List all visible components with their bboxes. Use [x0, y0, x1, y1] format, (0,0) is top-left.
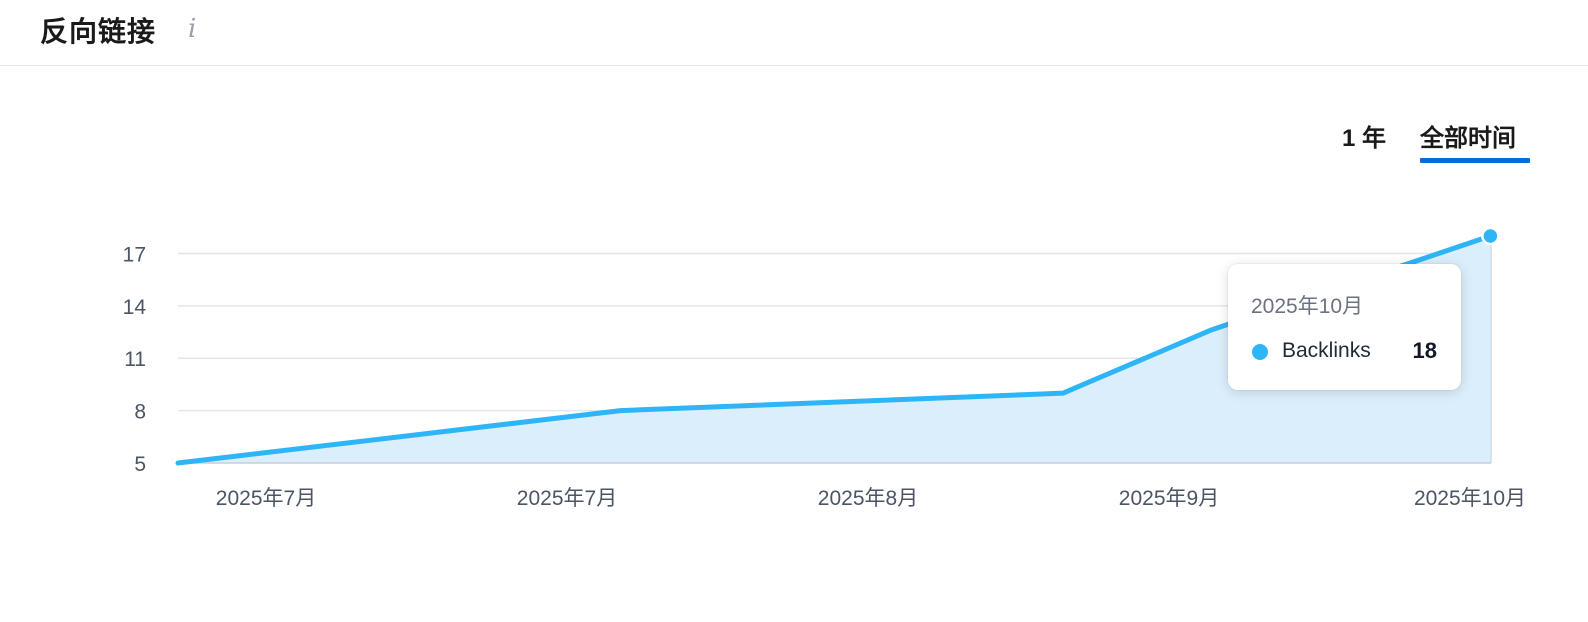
x-tick-label: 2025年9月: [1119, 487, 1219, 510]
x-tick-label: 2025年10月: [1414, 487, 1526, 510]
tooltip-date: 2025年10月: [1251, 295, 1364, 318]
tooltip-series-label: Backlinks: [1282, 339, 1371, 362]
x-tick-label: 2025年7月: [517, 487, 617, 510]
x-tick-label: 2025年8月: [818, 487, 918, 510]
y-tick-label: 11: [124, 348, 146, 371]
y-tick-label: 5: [134, 453, 146, 476]
y-tick-label: 8: [134, 401, 146, 424]
tooltip-series-dot: [1252, 344, 1268, 360]
y-tick-label: 17: [123, 243, 146, 266]
x-tick-label: 2025年7月: [216, 487, 316, 510]
y-tick-label: 14: [123, 296, 147, 319]
tooltip-value: 18: [1412, 338, 1437, 363]
data-point-highlight: [1481, 226, 1500, 246]
chart-tooltip: 2025年10月 Backlinks 18: [1228, 264, 1461, 390]
